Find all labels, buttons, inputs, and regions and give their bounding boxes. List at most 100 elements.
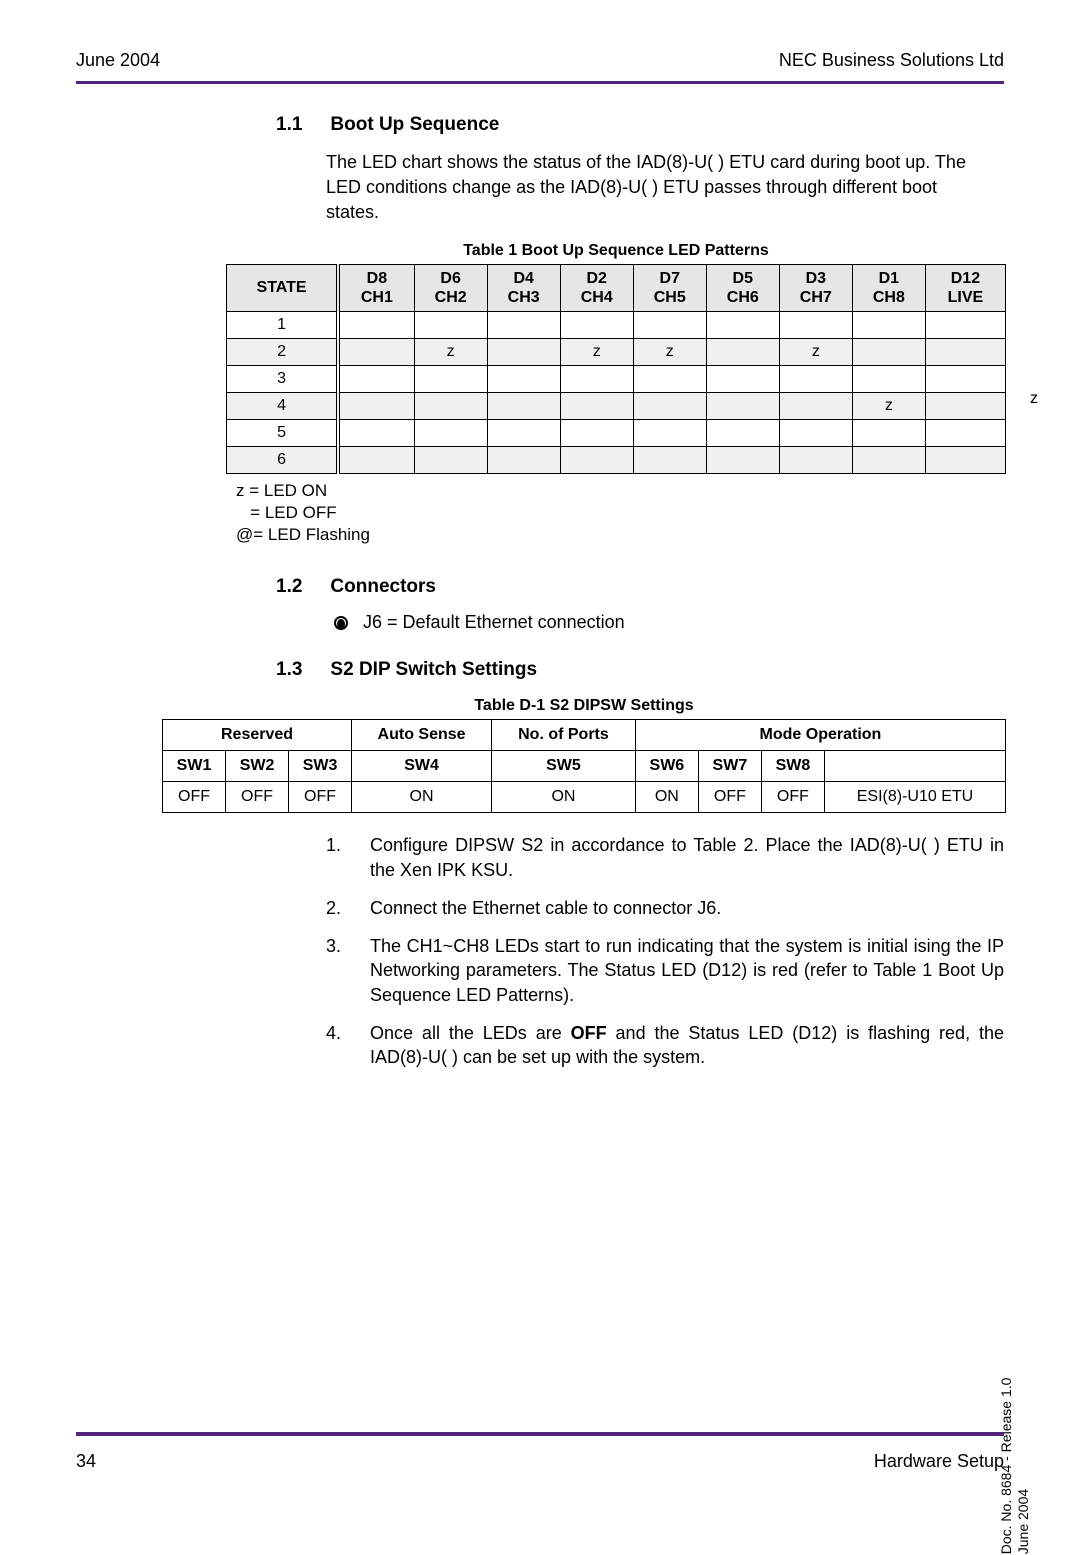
- th-d6: D6CH2: [414, 264, 487, 311]
- footer-title: Hardware Setup: [874, 1451, 1004, 1472]
- td-cell: [414, 365, 487, 392]
- td-cell: [414, 311, 487, 338]
- legend-off: = LED OFF: [236, 502, 1004, 524]
- led-legend: z = LED ON = LED OFF @= LED Flashing: [236, 480, 1004, 546]
- th-sw4: SW4: [352, 751, 492, 782]
- td-cell: [487, 392, 560, 419]
- stray-z-right: z: [1030, 390, 1038, 408]
- step-4: 4. Once all the LEDs are OFF and the Sta…: [326, 1021, 1004, 1070]
- td-cell: [779, 311, 852, 338]
- td-cell: [633, 446, 706, 473]
- step-3: 3. The CH1~CH8 LEDs start to run indicat…: [326, 934, 1004, 1007]
- td-cell: [338, 311, 414, 338]
- td-cell: [706, 419, 779, 446]
- section-1-2-head: 1.2 Connectors: [276, 576, 1004, 598]
- td-state: 5: [227, 419, 339, 446]
- td-sw4: ON: [352, 782, 492, 813]
- th-d5: D5CH6: [706, 264, 779, 311]
- th-reserved: Reserved: [163, 720, 352, 751]
- td-cell: [779, 446, 852, 473]
- td-cell: z: [560, 338, 633, 365]
- td-cell: [852, 338, 925, 365]
- td-cell: [414, 446, 487, 473]
- connectors-bullet: J6 = Default Ethernet connection: [334, 612, 1004, 633]
- th-sw1: SW1: [163, 751, 226, 782]
- th-d4: D4CH3: [487, 264, 560, 311]
- table1-caption: Table 1 Boot Up Sequence LED Patterns: [226, 242, 1006, 260]
- td-cell: [560, 446, 633, 473]
- td-cell: [633, 365, 706, 392]
- table2-caption: Table D-1 S2 DIPSW Settings: [162, 697, 1006, 715]
- td-state: 4: [227, 392, 339, 419]
- th-auto-sense: Auto Sense: [352, 720, 492, 751]
- section-1-1-head: 1.1 Boot Up Sequence: [276, 114, 1004, 136]
- td-cell: [487, 446, 560, 473]
- th-d2: D2CH4: [560, 264, 633, 311]
- th-d3: D3CH7: [779, 264, 852, 311]
- header-company: NEC Business Solutions Ltd: [779, 50, 1004, 71]
- section-title: Connectors: [330, 576, 436, 598]
- td-cell: [560, 311, 633, 338]
- td-cell: [414, 419, 487, 446]
- step-1-text: Configure DIPSW S2 in accordance to Tabl…: [370, 833, 1004, 882]
- step-1: 1. Configure DIPSW S2 in accordance to T…: [326, 833, 1004, 882]
- section-number: 1.1: [276, 114, 302, 136]
- td-cell: [414, 392, 487, 419]
- td-sw7: OFF: [698, 782, 761, 813]
- connector-text: J6 = Default Ethernet connection: [363, 612, 625, 632]
- td-cell: [338, 419, 414, 446]
- td-cell: [925, 311, 1005, 338]
- setup-steps: 1. Configure DIPSW S2 in accordance to T…: [326, 833, 1004, 1069]
- td-cell: z: [779, 338, 852, 365]
- th-sw8: SW8: [761, 751, 824, 782]
- step-4-text: Once all the LEDs are OFF and the Status…: [370, 1021, 1004, 1070]
- legend-on: z = LED ON: [236, 480, 1004, 502]
- td-mode: ESI(8)-U10 ETU: [824, 782, 1005, 813]
- td-cell: [925, 338, 1005, 365]
- step-2: 2. Connect the Ethernet cable to connect…: [326, 896, 1004, 920]
- td-cell: [779, 365, 852, 392]
- td-cell: [633, 392, 706, 419]
- td-cell: [706, 446, 779, 473]
- td-cell: [706, 365, 779, 392]
- section-number: 1.2: [276, 576, 302, 598]
- step-3-text: The CH1~CH8 LEDs start to run indicating…: [370, 934, 1004, 1007]
- td-cell: [852, 446, 925, 473]
- page-footer: 34 Hardware Setup: [76, 1451, 1004, 1472]
- boot-sequence-table: STATE D8CH1 D6CH2 D4CH3 D2CH4 D7CH5 D5CH…: [226, 264, 1006, 474]
- td-cell: [560, 392, 633, 419]
- td-cell: [560, 365, 633, 392]
- td-cell: [852, 419, 925, 446]
- th-d12: D12LIVE: [925, 264, 1005, 311]
- td-state: 2: [227, 338, 339, 365]
- td-sw6: ON: [635, 782, 698, 813]
- td-cell: [925, 446, 1005, 473]
- section-1-1-body: The LED chart shows the status of the IA…: [326, 150, 994, 226]
- td-cell: [852, 311, 925, 338]
- th-no-ports: No. of Ports: [492, 720, 636, 751]
- header-rule: [76, 81, 1004, 84]
- td-cell: [338, 338, 414, 365]
- td-cell: z: [633, 338, 706, 365]
- td-cell: z: [852, 392, 925, 419]
- section-number: 1.3: [276, 659, 302, 681]
- td-cell: [338, 446, 414, 473]
- td-cell: [560, 419, 633, 446]
- td-sw8: OFF: [761, 782, 824, 813]
- td-cell: [487, 365, 560, 392]
- td-cell: [487, 338, 560, 365]
- td-state: 6: [227, 446, 339, 473]
- page-header: June 2004 NEC Business Solutions Ltd: [76, 50, 1004, 81]
- td-sw2: OFF: [226, 782, 289, 813]
- th-sw2: SW2: [226, 751, 289, 782]
- td-cell: [779, 392, 852, 419]
- th-d7: D7CH5: [633, 264, 706, 311]
- td-cell: [706, 338, 779, 365]
- th-d8: D8CH1: [338, 264, 414, 311]
- td-cell: [487, 311, 560, 338]
- th-state: STATE: [227, 264, 339, 311]
- th-sw6: SW6: [635, 751, 698, 782]
- td-cell: [925, 419, 1005, 446]
- td-sw3: OFF: [289, 782, 352, 813]
- td-cell: [925, 365, 1005, 392]
